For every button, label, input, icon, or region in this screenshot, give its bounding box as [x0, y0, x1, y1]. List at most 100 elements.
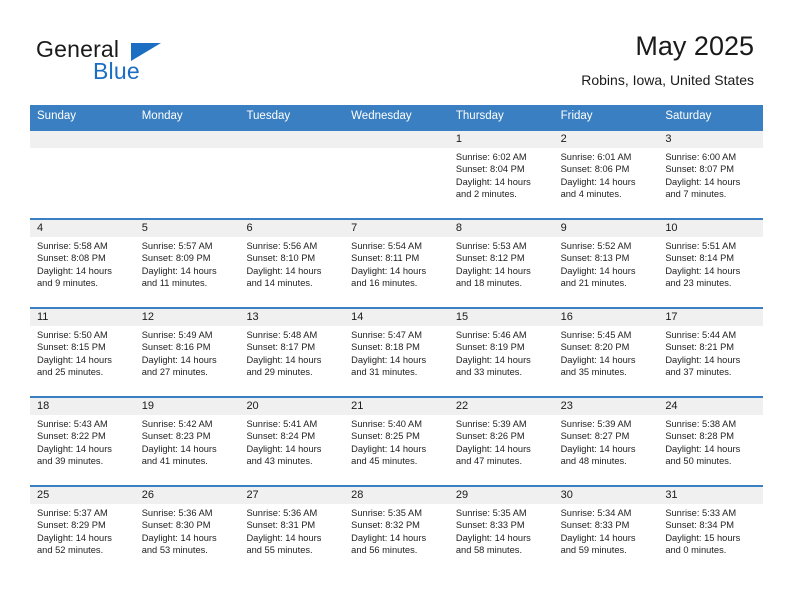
day-cell[interactable]: 25 Sunrise: 5:37 AM Sunset: 8:29 PM Dayligh…	[30, 487, 135, 574]
sunrise-text: Sunrise: 5:51 AM	[665, 241, 737, 251]
title-block: May 2025 Robins, Iowa, United States	[581, 30, 754, 89]
daylight-text: Daylight: 14 hours and 7 minutes.	[665, 176, 741, 200]
day-number: 1	[448, 131, 554, 148]
day-cell[interactable]: 4 Sunrise: 5:58 AM Sunset: 8:08 PM Daylight…	[30, 220, 135, 307]
day-cell[interactable]: 6 Sunrise: 5:56 AM Sunset: 8:10 PM Daylight…	[239, 220, 345, 307]
day-cell[interactable]: 5 Sunrise: 5:57 AM Sunset: 8:09 PM Daylight…	[134, 220, 240, 307]
day-number: 19	[134, 398, 240, 415]
day-sun-info: Sunrise: 6:00 AM Sunset: 8:07 PM Daylight:…	[658, 148, 763, 201]
day-cell[interactable]: 2 Sunrise: 6:01 AM Sunset: 8:06 PM Daylight…	[553, 131, 659, 218]
day-sun-info: Sunrise: 5:40 AM Sunset: 8:25 PM Daylight:…	[344, 415, 449, 468]
day-cell[interactable]: 17 Sunrise: 5:44 AM Sunset: 8:21 PM Dayligh…	[658, 309, 764, 396]
day-sun-info: Sunrise: 5:39 AM Sunset: 8:27 PM Daylight:…	[554, 415, 659, 468]
day-number: 12	[134, 309, 240, 326]
day-cell[interactable]: 29 Sunrise: 5:35 AM Sunset: 8:33 PM Dayligh…	[448, 487, 554, 574]
day-cell[interactable]: 31 Sunrise: 5:33 AM Sunset: 8:34 PM Dayligh…	[658, 487, 764, 574]
sunset-text: Sunset: 8:32 PM	[351, 520, 420, 531]
sunrise-text: Sunrise: 6:01 AM	[560, 152, 632, 162]
day-number: 4	[30, 220, 135, 237]
general-blue-logo[interactable]: General Blue	[36, 36, 276, 88]
daylight-text: Daylight: 14 hours and 52 minutes.	[37, 532, 112, 556]
sunrise-text: Sunrise: 5:58 AM	[37, 241, 108, 251]
day-number: 31	[658, 487, 764, 504]
day-cell[interactable]: 24 Sunrise: 5:38 AM Sunset: 8:28 PM Dayligh…	[658, 398, 764, 485]
daylight-text: Daylight: 14 hours and 4 minutes.	[560, 176, 636, 200]
sunrise-text: Sunrise: 5:52 AM	[560, 241, 632, 251]
day-cell[interactable]: 27 Sunrise: 5:36 AM Sunset: 8:31 PM Dayligh…	[239, 487, 345, 574]
daylight-text: Daylight: 14 hours and 55 minutes.	[246, 532, 322, 556]
day-cell[interactable]: 7 Sunrise: 5:54 AM Sunset: 8:11 PM Daylight…	[344, 220, 449, 307]
day-cell[interactable]: 14 Sunrise: 5:47 AM Sunset: 8:18 PM Dayligh…	[344, 309, 449, 396]
daylight-text: Daylight: 14 hours and 47 minutes.	[455, 443, 531, 467]
day-number: 3	[658, 131, 764, 148]
sunset-text: Sunset: 8:24 PM	[246, 431, 316, 442]
weekday-header-tuesday: Tuesday	[246, 110, 291, 122]
day-cell[interactable]: 26 Sunrise: 5:36 AM Sunset: 8:30 PM Dayligh…	[134, 487, 240, 574]
day-sun-info: Sunrise: 5:45 AM Sunset: 8:20 PM Daylight:…	[554, 326, 659, 379]
sunset-text: Sunset: 8:12 PM	[455, 253, 525, 264]
daylight-text: Daylight: 14 hours and 18 minutes.	[455, 265, 531, 289]
day-sun-info: Sunrise: 5:36 AM Sunset: 8:31 PM Daylight:…	[239, 504, 344, 557]
sunset-text: Sunset: 8:15 PM	[37, 342, 106, 353]
day-sun-info: Sunrise: 5:36 AM Sunset: 8:30 PM Daylight:…	[135, 504, 240, 557]
sunset-text: Sunset: 8:11 PM	[351, 253, 420, 264]
day-cell[interactable]: 23 Sunrise: 5:39 AM Sunset: 8:27 PM Dayligh…	[553, 398, 659, 485]
daylight-text: Daylight: 14 hours and 43 minutes.	[246, 443, 322, 467]
day-cell[interactable]: 10 Sunrise: 5:51 AM Sunset: 8:14 PM Dayligh…	[658, 220, 764, 307]
weekday-header-friday: Friday	[560, 110, 593, 122]
sunrise-text: Sunrise: 5:38 AM	[665, 419, 737, 429]
daylight-text: Daylight: 14 hours and 45 minutes.	[351, 443, 427, 467]
day-cell[interactable]: 22 Sunrise: 5:39 AM Sunset: 8:26 PM Dayligh…	[448, 398, 554, 485]
day-cell[interactable]: 18 Sunrise: 5:43 AM Sunset: 8:22 PM Dayligh…	[30, 398, 135, 485]
day-number: 27	[239, 487, 345, 504]
day-number: 30	[553, 487, 659, 504]
day-sun-info: Sunrise: 5:42 AM Sunset: 8:23 PM Daylight:…	[135, 415, 240, 468]
day-number: 25	[30, 487, 135, 504]
day-number: 20	[239, 398, 345, 415]
sunrise-text: Sunrise: 5:56 AM	[246, 241, 318, 251]
daylight-text: Daylight: 14 hours and 14 minutes.	[246, 265, 322, 289]
day-number: 9	[553, 220, 659, 237]
day-cell[interactable]: 9 Sunrise: 5:52 AM Sunset: 8:13 PM Daylight…	[553, 220, 659, 307]
day-number: 29	[448, 487, 554, 504]
day-cell[interactable]: 11 Sunrise: 5:50 AM Sunset: 8:15 PM Dayligh…	[30, 309, 135, 396]
day-cell[interactable]: 20 Sunrise: 5:41 AM Sunset: 8:24 PM Dayligh…	[239, 398, 345, 485]
day-number	[344, 131, 449, 148]
day-sun-info: Sunrise: 5:51 AM Sunset: 8:14 PM Daylight:…	[658, 237, 763, 290]
day-cell-empty	[239, 131, 345, 218]
sunrise-text: Sunrise: 5:36 AM	[246, 508, 318, 518]
daylight-text: Daylight: 15 hours and 0 minutes.	[665, 532, 741, 556]
sunrise-text: Sunrise: 6:00 AM	[665, 152, 737, 162]
calendar-weeks: 1 Sunrise: 6:02 AM Sunset: 8:04 PM Daylight…	[30, 129, 764, 574]
sunrise-text: Sunrise: 5:36 AM	[141, 508, 213, 518]
calendar-week-row: 1 Sunrise: 6:02 AM Sunset: 8:04 PM Daylight…	[30, 129, 764, 218]
daylight-text: Daylight: 14 hours and 59 minutes.	[560, 532, 636, 556]
day-cell[interactable]: 16 Sunrise: 5:45 AM Sunset: 8:20 PM Dayligh…	[553, 309, 659, 396]
daylight-text: Daylight: 14 hours and 58 minutes.	[455, 532, 531, 556]
sunset-text: Sunset: 8:06 PM	[560, 164, 630, 175]
sunrise-text: Sunrise: 5:44 AM	[665, 330, 737, 340]
sunset-text: Sunset: 8:23 PM	[141, 431, 211, 442]
day-cell-empty	[30, 131, 135, 218]
day-number: 21	[344, 398, 449, 415]
day-cell[interactable]: 1 Sunrise: 6:02 AM Sunset: 8:04 PM Daylight…	[448, 131, 554, 218]
day-number: 16	[553, 309, 659, 326]
weekday-header-thursday: Thursday	[455, 110, 504, 122]
day-cell[interactable]: 8 Sunrise: 5:53 AM Sunset: 8:12 PM Daylight…	[448, 220, 554, 307]
day-cell[interactable]: 13 Sunrise: 5:48 AM Sunset: 8:17 PM Dayligh…	[239, 309, 345, 396]
page-title: May 2025	[635, 31, 754, 61]
day-sun-info: Sunrise: 5:35 AM Sunset: 8:32 PM Daylight:…	[344, 504, 449, 557]
day-sun-info: Sunrise: 5:35 AM Sunset: 8:33 PM Daylight:…	[449, 504, 554, 557]
day-cell[interactable]: 15 Sunrise: 5:46 AM Sunset: 8:19 PM Dayligh…	[448, 309, 554, 396]
day-cell[interactable]: 12 Sunrise: 5:49 AM Sunset: 8:16 PM Dayligh…	[134, 309, 240, 396]
daylight-text: Daylight: 14 hours and 25 minutes.	[37, 354, 112, 378]
day-cell[interactable]: 21 Sunrise: 5:40 AM Sunset: 8:25 PM Dayligh…	[344, 398, 449, 485]
day-cell[interactable]: 28 Sunrise: 5:35 AM Sunset: 8:32 PM Dayligh…	[344, 487, 449, 574]
day-cell[interactable]: 19 Sunrise: 5:42 AM Sunset: 8:23 PM Dayligh…	[134, 398, 240, 485]
day-cell[interactable]: 3 Sunrise: 6:00 AM Sunset: 8:07 PM Daylight…	[658, 131, 764, 218]
day-number	[134, 131, 240, 148]
day-cell[interactable]: 30 Sunrise: 5:34 AM Sunset: 8:33 PM Dayligh…	[553, 487, 659, 574]
day-sun-info: Sunrise: 5:54 AM Sunset: 8:11 PM Daylight:…	[344, 237, 449, 290]
sunrise-text: Sunrise: 5:50 AM	[37, 330, 108, 340]
daylight-text: Daylight: 14 hours and 53 minutes.	[141, 532, 217, 556]
